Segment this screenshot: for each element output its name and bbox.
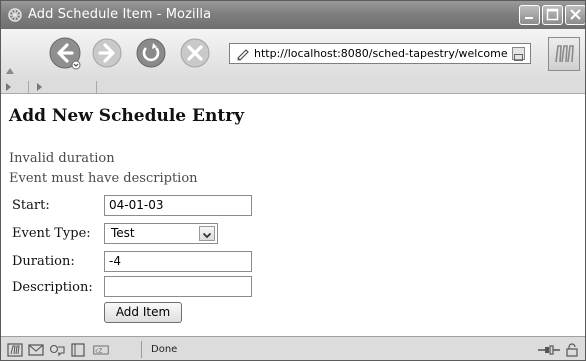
start-label: Start:	[12, 198, 50, 213]
event-type-value: Test	[111, 226, 135, 240]
status-divider	[141, 341, 142, 358]
error-message: Invalid duration	[9, 151, 115, 166]
tab-strip	[1, 81, 585, 94]
duration-input[interactable]: -4	[104, 251, 252, 272]
stop-button[interactable]	[178, 36, 212, 70]
window-title: Add Schedule Item - Mozilla	[28, 7, 212, 22]
page-title: Add New Schedule Entry	[9, 106, 245, 126]
navigator-icon[interactable]	[7, 343, 23, 357]
mozilla-logo-icon	[555, 45, 574, 63]
chevron-down-icon	[202, 232, 212, 239]
mozilla-throbber[interactable]	[548, 37, 580, 71]
online-status-icon[interactable]	[537, 343, 561, 357]
mail-icon[interactable]	[28, 343, 44, 357]
svg-text:cZ: cZ	[95, 348, 102, 354]
dropdown-button[interactable]	[199, 226, 215, 241]
duration-label: Duration:	[12, 254, 75, 269]
address-book-icon[interactable]	[70, 343, 86, 357]
tab-separator	[96, 81, 97, 93]
close-button[interactable]	[565, 5, 585, 25]
back-button[interactable]	[48, 36, 82, 70]
scroll-left-icon[interactable]	[6, 83, 11, 91]
reload-icon	[136, 38, 166, 68]
mozilla-app-icon	[7, 7, 23, 23]
error-message: Event must have description	[9, 171, 198, 186]
description-label: Description:	[12, 280, 93, 295]
chevron-down-icon	[514, 54, 523, 61]
reload-button[interactable]	[134, 36, 168, 70]
stop-icon	[180, 38, 210, 68]
minimize-button[interactable]	[519, 5, 540, 25]
url-text[interactable]: http://localhost:8080/sched-tapestry/wel…	[254, 47, 508, 60]
navigation-toolbar: http://localhost:8080/sched-tapestry/wel…	[1, 29, 585, 82]
forward-icon	[92, 38, 122, 68]
url-history-dropdown[interactable]	[512, 47, 525, 61]
forward-button[interactable]	[90, 36, 124, 70]
tab-separator	[28, 81, 29, 93]
event-type-label: Event Type:	[12, 226, 91, 241]
page-content: Add New Schedule Entry Invalid duration …	[1, 94, 585, 336]
back-icon	[49, 37, 81, 70]
toolbar-grip-icon[interactable]	[5, 65, 15, 75]
browser-window: Add Schedule Item - Mozilla http://local…	[0, 0, 586, 361]
url-bar[interactable]: http://localhost:8080/sched-tapestry/wel…	[229, 43, 531, 64]
start-input[interactable]: 04-01-03	[104, 195, 252, 216]
lock-icon[interactable]	[564, 343, 580, 357]
maximize-button[interactable]	[542, 5, 563, 25]
page-proxy-icon[interactable]	[236, 47, 250, 61]
title-bar[interactable]: Add Schedule Item - Mozilla	[1, 1, 585, 29]
add-item-button[interactable]: Add Item	[104, 302, 182, 323]
chat-icon[interactable]	[49, 343, 65, 357]
status-text: Done	[151, 344, 178, 355]
event-type-select[interactable]: Test	[104, 223, 218, 244]
scroll-right-icon[interactable]	[37, 83, 42, 91]
status-bar: cZ Done	[1, 336, 585, 360]
description-input[interactable]	[104, 276, 252, 297]
composer-icon[interactable]: cZ	[93, 343, 109, 357]
